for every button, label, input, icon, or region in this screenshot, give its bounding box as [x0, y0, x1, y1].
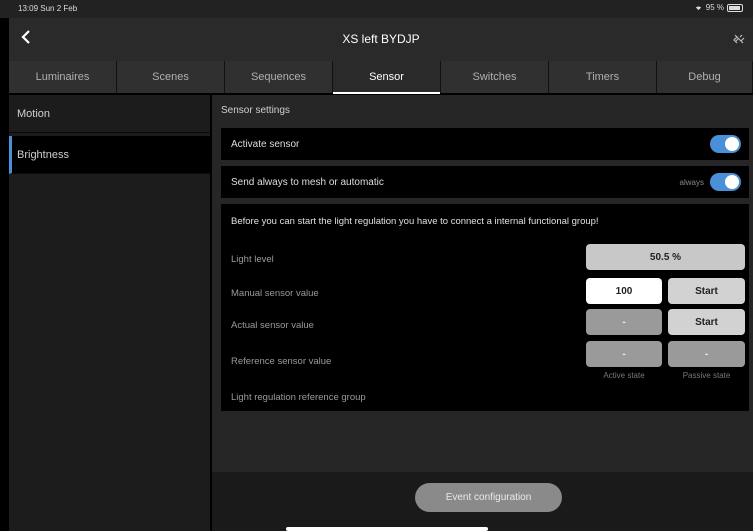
- reference-active-value: -: [586, 341, 662, 367]
- passive-state-caption: Passive state: [682, 371, 731, 380]
- reference-group-label: Light regulation reference group: [231, 392, 366, 403]
- send-mesh-label: Send always to mesh or automatic: [231, 177, 384, 188]
- actual-sensor-label: Actual sensor value: [231, 320, 314, 331]
- tab-switches[interactable]: Switches: [441, 61, 549, 93]
- tab-luminaires[interactable]: Luminaires: [9, 61, 117, 93]
- active-state-caption: Active state: [603, 371, 645, 380]
- light-level-value: 50.5 %: [586, 244, 745, 270]
- toggle-knob: [725, 175, 739, 189]
- tab-bar: Luminaires Scenes Sequences Sensor Switc…: [9, 61, 753, 94]
- event-configuration-button[interactable]: Event configuration: [415, 483, 562, 512]
- battery-percent: 95 %: [705, 3, 724, 12]
- battery-icon: [727, 3, 743, 12]
- status-indicators: 95 %: [694, 3, 743, 12]
- sidebar: Motion Brightness: [9, 95, 210, 531]
- tab-sensor[interactable]: Sensor: [333, 61, 441, 94]
- manual-sensor-label: Manual sensor value: [231, 288, 319, 299]
- actual-sensor-value: -: [586, 309, 662, 335]
- sidebar-item-brightness[interactable]: Brightness: [9, 136, 210, 174]
- send-mesh-toggle[interactable]: [710, 173, 741, 191]
- send-mesh-row: Send always to mesh or automatic always: [221, 166, 749, 198]
- tab-scenes[interactable]: Scenes: [117, 61, 225, 93]
- toggle-knob: [725, 137, 739, 151]
- reference-sensor-label: Reference sensor value: [231, 356, 332, 367]
- app-header: XS left BYDJP: [9, 18, 753, 61]
- send-mesh-caption: always: [679, 178, 704, 187]
- status-time: 13:09 Sun 2 Feb: [18, 4, 78, 13]
- manual-sensor-start-button[interactable]: Start: [668, 278, 745, 304]
- link-off-icon[interactable]: [733, 33, 745, 48]
- activate-sensor-toggle[interactable]: [710, 135, 741, 153]
- activate-sensor-row: Activate sensor: [221, 128, 749, 160]
- sidebar-item-motion[interactable]: Motion: [9, 95, 210, 133]
- home-indicator: [286, 527, 488, 531]
- section-title: Sensor settings: [221, 105, 290, 116]
- activate-sensor-label: Activate sensor: [231, 139, 300, 150]
- light-regulation-panel: Before you can start the light regulatio…: [221, 204, 749, 411]
- warning-text: Before you can start the light regulatio…: [231, 216, 599, 227]
- tab-debug[interactable]: Debug: [657, 61, 753, 93]
- page-title: XS left BYDJP: [342, 32, 420, 46]
- light-level-label: Light level: [231, 254, 274, 265]
- reference-passive-value: -: [668, 341, 745, 367]
- tab-timers[interactable]: Timers: [549, 61, 657, 93]
- status-bar: 13:09 Sun 2 Feb 95 %: [0, 0, 753, 18]
- wifi-icon: [695, 6, 701, 11]
- tab-sequences[interactable]: Sequences: [225, 61, 333, 93]
- actual-sensor-start-button[interactable]: Start: [668, 309, 745, 335]
- manual-sensor-input[interactable]: 100: [586, 278, 662, 304]
